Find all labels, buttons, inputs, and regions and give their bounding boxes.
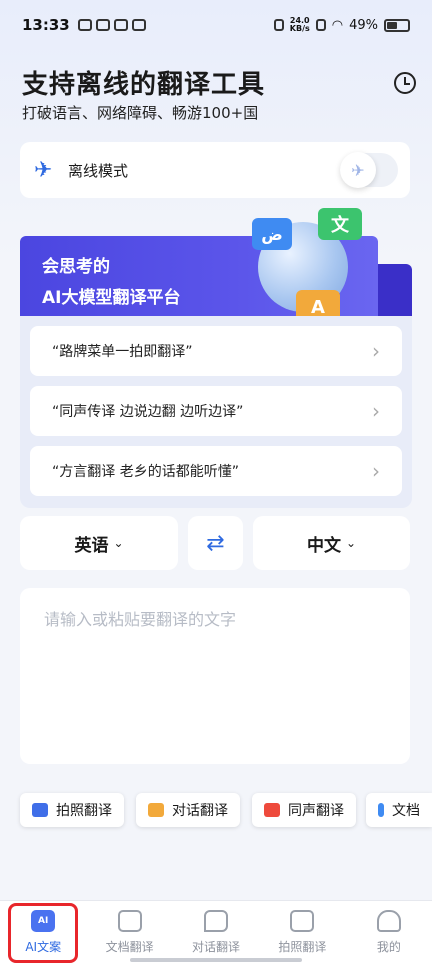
sim-icon [315, 19, 326, 31]
suggestion-text: “路牌菜单一拍即翻译” [52, 344, 193, 360]
speaker-icon [264, 803, 280, 817]
source-language-label: 英语 [74, 535, 109, 556]
chip-label: 同声翻译 [288, 803, 344, 819]
page-title: 支持离线的翻译工具 [22, 70, 266, 100]
chevron-down-icon: ⌄ [345, 536, 357, 550]
suggestion-item[interactable]: “同声传译 边说边翻 边听边译” › [30, 386, 402, 436]
nav-label: 我的 [376, 940, 401, 954]
airplane-icon: ✈ [34, 157, 53, 183]
suggestion-text: “同声传译 边说边翻 边听边译” [52, 404, 244, 420]
camera-icon [32, 803, 48, 817]
chinese-bubble-icon: 文 [318, 208, 362, 240]
nav-label: 对话翻译 [192, 940, 241, 954]
nav-doc-translate[interactable]: 文档翻译 [86, 901, 172, 964]
profile-icon [376, 910, 401, 932]
folder-icon [378, 803, 384, 817]
offline-mode-toggle[interactable]: ✈ [340, 152, 398, 188]
wifi-icon: ◠ [331, 17, 344, 33]
chevron-right-icon: › [372, 459, 380, 483]
nav-label: 拍照翻译 [278, 940, 327, 954]
offline-mode-card[interactable]: ✈ 离线模式 ✈ [20, 142, 410, 198]
translate-input[interactable]: 请输入或粘贴要翻译的文字 [20, 588, 410, 764]
offline-mode-label: 离线模式 [68, 161, 129, 180]
nav-dialog-translate[interactable]: 对话翻译 [173, 901, 259, 964]
suggestion-item[interactable]: “方言翻译 老乡的话都能听懂” › [30, 446, 402, 496]
arabic-bubble-icon: ض [252, 218, 292, 250]
chip-dialog-translate[interactable]: 对话翻译 [136, 793, 240, 827]
toggle-knob-airplane-icon: ✈ [340, 152, 376, 188]
status-time: 13:33 [22, 16, 70, 34]
battery-icon [384, 18, 410, 32]
source-language-select[interactable]: 英语 ⌄ [20, 516, 178, 570]
nav-label: 文档翻译 [105, 940, 154, 954]
vibrate-icon [273, 19, 284, 31]
folder-icon [117, 910, 142, 932]
status-bar: 13:33 24.0 KB/s ◠ 49% [0, 0, 432, 50]
chip-label: 拍照翻译 [56, 803, 112, 819]
app-notification-icon [95, 19, 110, 31]
swap-languages-button[interactable]: ⇄ [188, 516, 243, 570]
suggestion-text: “方言翻译 老乡的话都能听懂” [52, 464, 239, 480]
home-indicator[interactable] [130, 958, 302, 962]
chat-icon [204, 910, 229, 932]
input-placeholder: 请输入或粘贴要翻译的文字 [44, 610, 237, 629]
target-language-select[interactable]: 中文 ⌄ [253, 516, 410, 570]
chip-label: 对话翻译 [172, 803, 228, 819]
network-speed: 24.0 KB/s [289, 16, 310, 33]
page-subtitle: 打破语言、网络障碍、畅游100+国 [22, 104, 259, 122]
battery-percent: 49% [349, 17, 378, 33]
chevron-right-icon: › [372, 339, 380, 363]
swap-icon: ⇄ [206, 530, 225, 556]
nav-photo-translate[interactable]: 拍照翻译 [259, 901, 345, 964]
app-notification-icon [131, 19, 146, 31]
target-language-label: 中文 [306, 535, 341, 556]
app-notification-icon [77, 19, 92, 31]
chat-icon [148, 803, 164, 817]
chevron-right-icon: › [372, 399, 380, 423]
chip-photo-translate[interactable]: 拍照翻译 [20, 793, 124, 827]
chip-simultaneous-translate[interactable]: 同声翻译 [252, 793, 356, 827]
suggestion-item[interactable]: “路牌菜单一拍即翻译” › [30, 326, 402, 376]
chip-document[interactable]: 文档 [366, 793, 432, 827]
notification-icons [77, 19, 146, 31]
highlight-box [8, 903, 78, 963]
chip-label: 文档 [392, 803, 420, 819]
chevron-down-icon: ⌄ [113, 536, 124, 550]
nav-profile[interactable]: 我的 [346, 901, 432, 964]
app-notification-icon [113, 19, 128, 31]
history-icon[interactable] [394, 72, 416, 94]
camera-icon [290, 910, 315, 932]
